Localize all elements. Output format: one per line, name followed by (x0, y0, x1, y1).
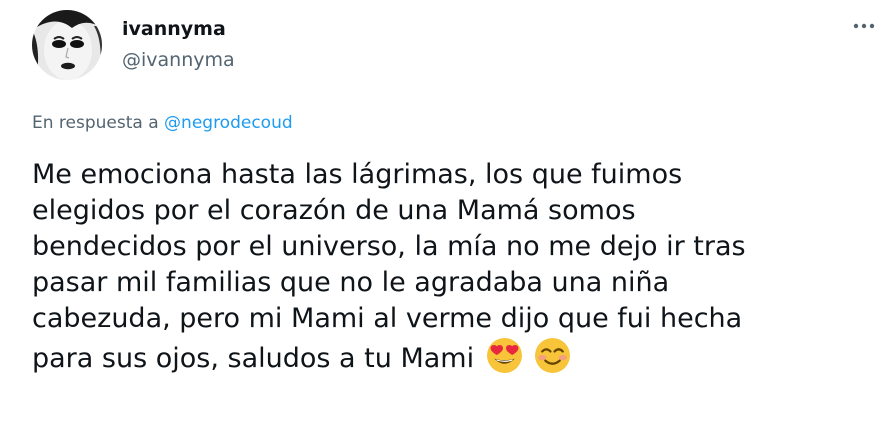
reply-prefix: En respuesta a (32, 113, 159, 133)
tweet-text: Me emociona hasta las lágrimas, los que … (32, 157, 872, 377)
tweet-card: ivannyma @ivannyma En respuesta a @negro… (0, 0, 890, 422)
more-horizontal-icon (853, 23, 875, 29)
tweet-text-line: pasar mil familias que no le agradaba un… (32, 267, 670, 298)
tweet-text-line: cabezuda, pero mi Mami al verme dijo que… (32, 303, 743, 334)
avatar-image (32, 10, 102, 80)
smiling-face-emoji (534, 337, 571, 374)
reply-mention-link[interactable]: @negrodecoud (164, 113, 293, 133)
tweet-text-line: Me emociona hasta las lágrimas, los que … (32, 159, 683, 190)
author-handle[interactable]: @ivannyma (122, 49, 235, 71)
heart-eyes-emoji (486, 337, 523, 374)
author-display-name[interactable]: ivannyma (122, 18, 226, 40)
reply-context: En respuesta a @negrodecoud (32, 113, 293, 133)
tweet-text-line: bendecidos por el universo, la mía no me… (32, 231, 746, 262)
tweet-text-last-line: para sus ojos, saludos a tu Mami (32, 337, 872, 377)
author-avatar[interactable] (32, 10, 102, 80)
tweet-text-line: elegidos por el corazón de una Mamá somo… (32, 195, 636, 226)
more-options-button[interactable] (846, 12, 882, 36)
tweet-text-line: para sus ojos, saludos a tu Mami (32, 343, 475, 374)
